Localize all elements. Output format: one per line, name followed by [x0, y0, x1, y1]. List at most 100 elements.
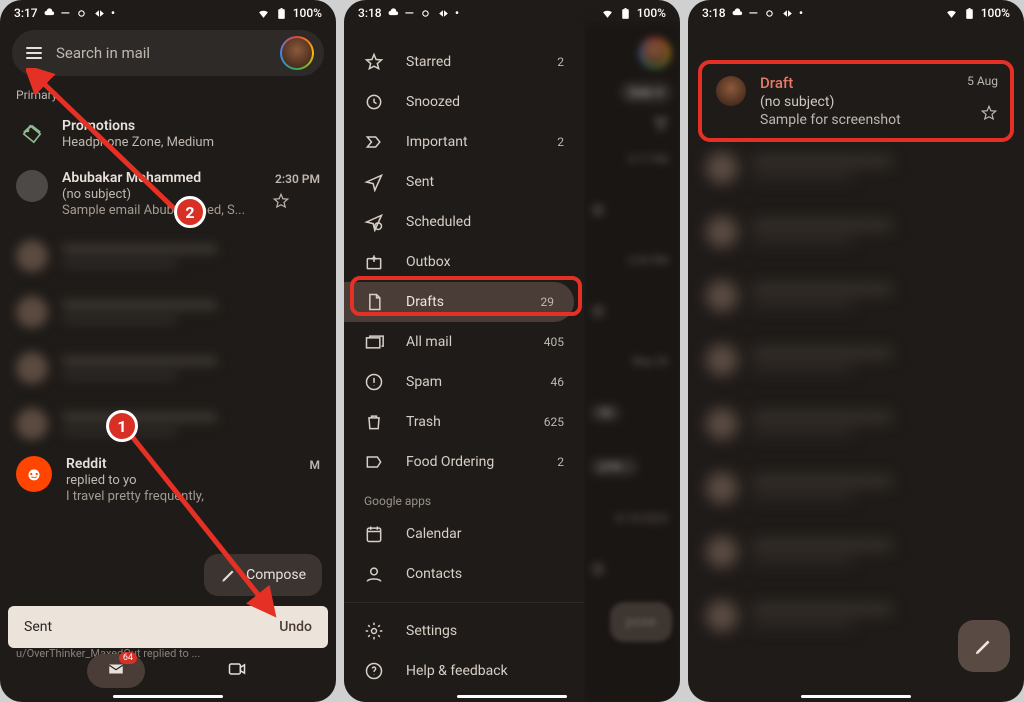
dimmed-background: Date ▾ 3:17 PM 2:39 PM May 20 Up g Gal..…	[584, 24, 680, 702]
section-label: Primary	[0, 76, 336, 108]
screenshot-1-inbox: 3:17 — • 100% Search in mail Primary Pro…	[0, 0, 336, 702]
drawer-sent[interactable]: Sent	[344, 162, 584, 202]
compose-fab[interactable]	[958, 620, 1010, 672]
toast-message: Sent	[24, 619, 52, 635]
cloud-icon	[43, 7, 56, 20]
status-bar: 3:18 — • 100%	[344, 0, 680, 24]
scheduled-icon	[364, 212, 384, 232]
drawer-calendar[interactable]: Calendar	[344, 514, 584, 554]
drawer-outbox[interactable]: Outbox	[344, 242, 584, 282]
drawer-allmail[interactable]: All mail405	[344, 322, 584, 362]
promotions-row[interactable]: Promotions Headphone Zone, Medium	[0, 108, 336, 160]
undo-button[interactable]: Undo	[279, 619, 312, 635]
reddit-line2: replied to yo	[66, 473, 258, 488]
drawer-important[interactable]: Important2	[344, 122, 584, 162]
drawer-scheduled[interactable]: Scheduled	[344, 202, 584, 242]
wifi-icon	[945, 7, 958, 20]
gear-icon	[364, 621, 384, 641]
sent-toast: Sent Undo	[8, 606, 328, 648]
drawer-drafts[interactable]: Drafts29	[344, 282, 574, 322]
battery-icon	[963, 7, 976, 20]
clock-text: 3:18	[702, 6, 726, 20]
promotions-subtitle: Headphone Zone, Medium	[62, 135, 320, 150]
battery-text: 100%	[293, 6, 322, 20]
star-icon[interactable]	[980, 104, 998, 122]
email-row[interactable]: Abubakar Mohammed (no subject) Sample em…	[0, 160, 336, 228]
compose-label: Compose	[246, 567, 306, 583]
home-indicator	[801, 695, 911, 698]
drawer-snoozed[interactable]: Snoozed	[344, 82, 584, 122]
email-snippet: Sample email Abuba mmed, S...	[62, 203, 258, 218]
home-indicator	[113, 695, 223, 698]
circle-icon	[419, 7, 432, 20]
blurred-list	[698, 136, 1014, 612]
allmail-icon	[364, 332, 384, 352]
pencil-icon	[220, 566, 238, 584]
mail-tab[interactable]: 64	[87, 654, 145, 688]
draft-date: 5 Aug	[967, 74, 998, 88]
drawer-settings[interactable]: Settings	[344, 611, 584, 651]
reddit-snippet: I travel pretty frequently,	[66, 489, 258, 504]
battery-icon	[619, 7, 632, 20]
drawer-contacts[interactable]: Contacts	[344, 554, 584, 594]
profile-avatar[interactable]	[280, 36, 314, 70]
promotions-title: Promotions	[62, 118, 320, 134]
sender-name: Abubakar Mohammed	[62, 170, 258, 186]
callout-1: 1	[106, 410, 138, 442]
drawer-starred[interactable]: Starred2	[344, 42, 584, 82]
label-icon	[364, 452, 384, 472]
important-icon	[364, 132, 384, 152]
circle-icon	[763, 7, 776, 20]
callout-2: 2	[174, 196, 206, 228]
drawer-help[interactable]: Help & feedback	[344, 651, 584, 691]
star-icon	[364, 52, 384, 72]
circle-icon	[75, 7, 88, 20]
sent-icon	[364, 172, 384, 192]
clock-icon	[364, 92, 384, 112]
blurred-row	[0, 228, 336, 284]
drawer-trash[interactable]: Trash625	[344, 402, 584, 442]
tag-icon	[16, 118, 48, 150]
reddit-row[interactable]: Reddit replied to yo I travel pretty fre…	[0, 452, 336, 514]
meet-tab[interactable]	[225, 659, 249, 683]
play-icon	[781, 7, 794, 20]
trash-icon	[364, 412, 384, 432]
nav-drawer: Starred2 Snoozed Important2 Sent Schedul…	[344, 24, 584, 702]
sender-avatar	[16, 170, 48, 202]
compose-button-dimmed: pose	[610, 602, 673, 642]
draft-icon	[364, 292, 384, 312]
wifi-icon	[257, 7, 270, 20]
cloud-icon	[387, 7, 400, 20]
screenshot-2-drawer: 3:18 — • 100% Date ▾ 3:17 PM 2:39 PM May…	[344, 0, 680, 702]
search-bar[interactable]: Search in mail	[12, 30, 324, 76]
menu-icon[interactable]	[26, 47, 42, 59]
drawer-food-ordering[interactable]: Food Ordering2	[344, 442, 584, 482]
home-indicator	[457, 695, 567, 698]
star-icon[interactable]	[272, 192, 290, 210]
drawer-spam[interactable]: Spam46	[344, 362, 584, 402]
reddit-sender: Reddit	[66, 456, 258, 472]
bottom-nav: 64	[0, 654, 336, 688]
contacts-icon	[364, 564, 384, 584]
search-placeholder[interactable]: Search in mail	[56, 44, 266, 62]
draft-snippet: Sample for screenshot	[760, 112, 955, 128]
mail-badge: 64	[119, 652, 137, 664]
email-subject: (no subject)	[62, 187, 258, 202]
date-filter-pill[interactable]: Date ▾	[620, 82, 672, 103]
compose-button[interactable]: Compose	[204, 554, 322, 596]
screenshot-3-drafts: 3:18 — • 100% Draft (no subject) Sample …	[688, 0, 1024, 702]
blurred-row	[0, 396, 336, 452]
battery-text: 100%	[981, 6, 1010, 20]
draft-title: Draft	[760, 74, 955, 92]
pencil-icon	[973, 635, 995, 657]
draft-avatar	[714, 74, 748, 108]
google-apps-label: Google apps	[344, 482, 584, 514]
clock-text: 3:17	[14, 6, 38, 20]
draft-item[interactable]: Draft (no subject) Sample for screenshot…	[698, 60, 1014, 142]
outbox-icon	[364, 252, 384, 272]
blurred-row	[0, 284, 336, 340]
battery-text: 100%	[637, 6, 666, 20]
draft-subject: (no subject)	[760, 94, 955, 110]
reddit-avatar	[16, 456, 52, 492]
filter-icon	[652, 117, 670, 131]
